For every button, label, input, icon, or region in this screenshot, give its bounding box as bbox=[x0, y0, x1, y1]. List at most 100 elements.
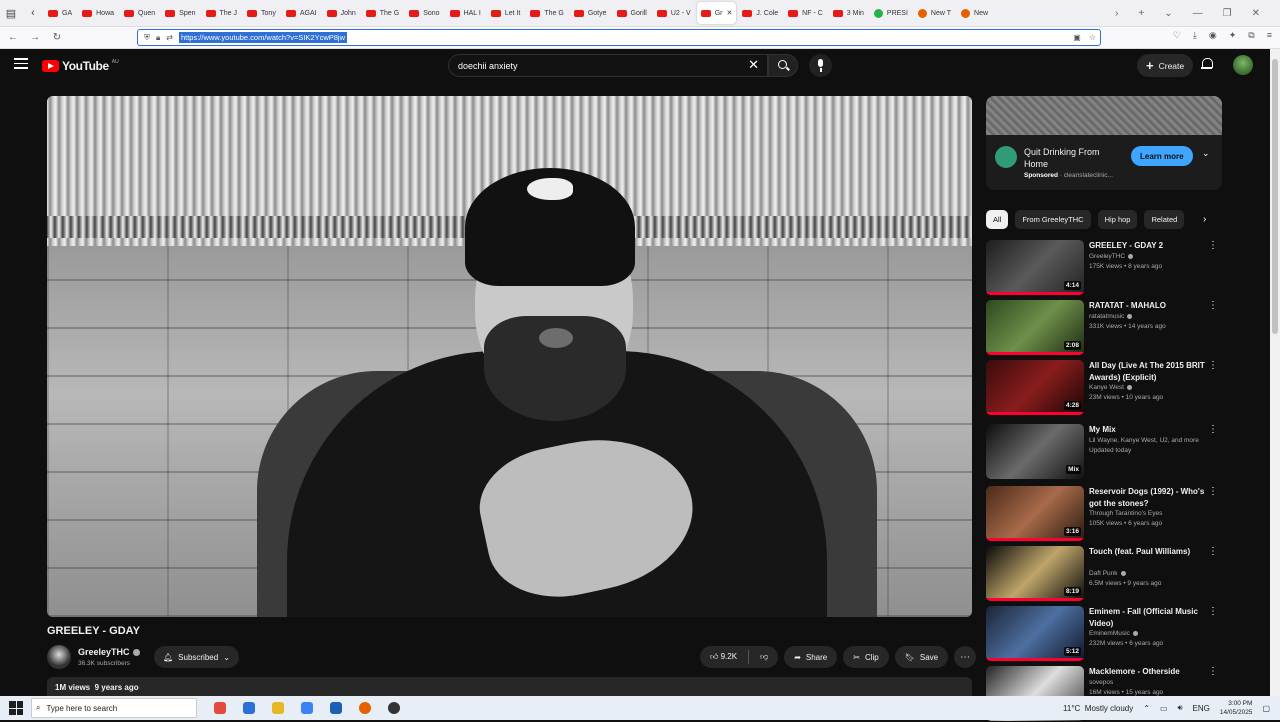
recommendation-item[interactable]: 2:08 RATATAT - MAHALO ratatatmusic 331K vie… bbox=[986, 300, 1222, 356]
chip-related[interactable]: Related bbox=[1144, 210, 1185, 229]
recommendation-item[interactable]: 4:28 All Day (Live At The 2015 BRIT Award… bbox=[986, 360, 1222, 416]
dislike-icon[interactable]: 👎︎ bbox=[760, 652, 768, 662]
bookmark-star-icon[interactable]: ☆ bbox=[1089, 33, 1096, 42]
downloads-icon[interactable]: ⤓ bbox=[1193, 30, 1197, 41]
volume-icon[interactable]: 🔊︎ bbox=[1178, 703, 1183, 713]
close-tab-icon[interactable]: ✕ bbox=[727, 9, 733, 17]
language-indicator[interactable]: ENG bbox=[1193, 704, 1210, 713]
recommendation-item[interactable]: 8:19 Touch (feat. Paul Williams) Daft Punk… bbox=[986, 546, 1222, 602]
browser-tab[interactable]: Spen bbox=[161, 2, 199, 24]
subscribed-button[interactable]: 🔔︎ Subscribed ⌄ bbox=[154, 646, 239, 668]
weather-widget[interactable]: 11°C Mostly cloudy bbox=[1063, 704, 1133, 713]
account-avatar[interactable] bbox=[1233, 55, 1253, 75]
video-thumbnail[interactable]: Mix bbox=[986, 424, 1084, 479]
browser-tab[interactable]: NF - C bbox=[784, 2, 827, 24]
browser-tab[interactable]: New T bbox=[914, 2, 955, 24]
lock-icon[interactable]: 🔒︎ bbox=[156, 33, 160, 43]
browser-tab[interactable]: PRESI bbox=[870, 2, 912, 24]
video-thumbnail[interactable]: 5:12 bbox=[986, 606, 1084, 661]
description-box[interactable]: 1M views 9 years ago bbox=[47, 677, 972, 696]
chrome-icon[interactable] bbox=[388, 702, 400, 714]
edge-icon[interactable] bbox=[243, 702, 255, 714]
notifications-icon[interactable]: ▢ bbox=[1262, 704, 1270, 713]
page-scrollbar[interactable] bbox=[1270, 49, 1280, 696]
screenshot-icon[interactable]: ⧉ bbox=[1248, 30, 1254, 41]
chips-next-chevron-icon[interactable]: › bbox=[1203, 214, 1206, 225]
tab-overview-icon[interactable]: ▤ bbox=[0, 0, 22, 27]
browser-tab[interactable]: Quen bbox=[120, 2, 159, 24]
menu-icon[interactable]: ≡ bbox=[1267, 30, 1272, 41]
video-thumbnail[interactable]: 2:08 bbox=[986, 300, 1084, 355]
channel-name[interactable]: GreeleyTHC bbox=[78, 647, 130, 657]
clock[interactable]: 3:00 PM 14/05/2025 bbox=[1220, 699, 1253, 717]
shield-icon[interactable]: ⛨ bbox=[144, 33, 150, 43]
browser-tab[interactable]: 3 Min bbox=[829, 2, 868, 24]
account-icon[interactable]: ◉ bbox=[1209, 30, 1217, 41]
recommendation-title[interactable]: My Mix bbox=[1089, 424, 1207, 436]
restore-icon[interactable]: ❐ bbox=[1223, 8, 1232, 19]
scrollbar-thumb[interactable] bbox=[1272, 59, 1278, 334]
back-icon[interactable]: ← bbox=[2, 32, 24, 43]
search-button[interactable] bbox=[768, 54, 798, 77]
network-icon[interactable]: ▭ bbox=[1160, 704, 1168, 713]
browser-tab[interactable]: AGAI bbox=[282, 2, 321, 24]
channel-avatar[interactable] bbox=[47, 645, 71, 669]
tray-overflow-icon[interactable]: ⌃ bbox=[1143, 704, 1150, 713]
chip-all[interactable]: All bbox=[986, 210, 1009, 229]
hamburger-menu-icon[interactable] bbox=[14, 58, 28, 70]
clip-button[interactable]: ✂ Clip bbox=[843, 646, 889, 668]
chip-hip-hop[interactable]: Hip hop bbox=[1097, 210, 1138, 229]
taskbar-search-input[interactable]: ⌕ Type here to search bbox=[31, 698, 197, 718]
video-thumbnail[interactable]: 4:14 bbox=[986, 240, 1084, 295]
video-player[interactable] bbox=[47, 96, 972, 617]
create-button[interactable]: + Create bbox=[1137, 54, 1194, 77]
channel-name-row[interactable]: GreeleyTHC bbox=[78, 647, 140, 657]
browser-tab[interactable]: Sono bbox=[405, 2, 443, 24]
browser-tab[interactable]: John bbox=[323, 2, 360, 24]
more-options-icon[interactable]: ⋮ bbox=[1208, 300, 1218, 311]
address-bar[interactable]: ⛨ 🔒︎ ⇄ https://www.youtube.com/watch?v=S… bbox=[137, 29, 1101, 46]
search-input[interactable]: doechii anxiety ✕ bbox=[448, 54, 768, 77]
browser-tab[interactable]: U2 - V bbox=[653, 2, 695, 24]
more-options-icon[interactable]: ⋮ bbox=[1208, 424, 1218, 435]
learn-more-button[interactable]: Learn more bbox=[1131, 146, 1193, 166]
advertiser-logo[interactable] bbox=[995, 146, 1017, 168]
more-options-icon[interactable]: ⋮ bbox=[1208, 666, 1218, 677]
file-explorer-icon[interactable] bbox=[272, 702, 284, 714]
recommendation-item[interactable]: 5:12 Eminem - Fall (Official Music Video)… bbox=[986, 606, 1222, 662]
reload-icon[interactable]: ↻ bbox=[46, 32, 68, 43]
ad-title[interactable]: Quit Drinking From Home bbox=[1024, 146, 1124, 170]
tab-list-chevron-icon[interactable]: ⌄ bbox=[1164, 8, 1172, 19]
browser-tab[interactable]: Gorill bbox=[613, 2, 651, 24]
search-value[interactable]: doechii anxiety bbox=[458, 61, 518, 71]
more-options-icon[interactable]: ⋮ bbox=[1208, 486, 1218, 497]
outlook-icon[interactable] bbox=[330, 702, 342, 714]
tab-scroll-right-icon[interactable]: › bbox=[1115, 8, 1118, 19]
browser-tab[interactable]: Howa bbox=[78, 2, 118, 24]
save-button[interactable]: 🔖︎ Save bbox=[894, 646, 949, 668]
chip-from-channel[interactable]: From GreeleyTHC bbox=[1015, 210, 1091, 229]
notifications-bell-icon[interactable] bbox=[1201, 58, 1213, 70]
recommendation-item[interactable]: Mix My Mix Lil Wayne, Kanye West, U2, and … bbox=[986, 424, 1222, 480]
more-options-icon[interactable]: ⋮ bbox=[1208, 546, 1218, 557]
minimize-icon[interactable]: — bbox=[1193, 8, 1203, 19]
browser-tab[interactable]: Tony bbox=[243, 2, 280, 24]
new-tab-icon[interactable]: + bbox=[1138, 8, 1144, 19]
windows-start-icon[interactable] bbox=[9, 701, 23, 715]
extensions-icon[interactable]: ✦ bbox=[1229, 30, 1237, 41]
browser-tab[interactable]: Gotye bbox=[570, 2, 611, 24]
video-thumbnail[interactable]: 3:16 bbox=[986, 486, 1084, 541]
url-text[interactable]: https://www.youtube.com/watch?v=SIK2YcwP… bbox=[178, 32, 348, 43]
browser-tab[interactable]: The G bbox=[526, 2, 567, 24]
recommendation-title[interactable]: Eminem - Fall (Official Music Video) bbox=[1089, 606, 1207, 629]
recommendation-title[interactable]: All Day (Live At The 2015 BRIT Awards) (… bbox=[1089, 360, 1207, 383]
permissions-icon[interactable]: ⇄ bbox=[166, 33, 173, 42]
recommendation-title[interactable]: GREELEY - GDAY 2 bbox=[1089, 240, 1207, 252]
recommendation-item[interactable]: 4:14 GREELEY - GDAY 2 GreeleyTHC 175K views… bbox=[986, 240, 1222, 296]
voice-search-icon[interactable] bbox=[809, 54, 832, 77]
browser-tab[interactable]: GA bbox=[44, 2, 76, 24]
browser-tab[interactable]: Let It bbox=[487, 2, 525, 24]
pocket-icon[interactable]: ♡ bbox=[1173, 30, 1181, 41]
more-options-icon[interactable]: ⋮ bbox=[1208, 240, 1218, 251]
reader-view-icon[interactable]: ▣ bbox=[1073, 33, 1081, 42]
